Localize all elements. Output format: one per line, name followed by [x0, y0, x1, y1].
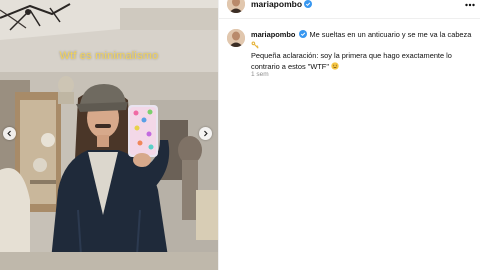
chevron-left-icon [7, 130, 11, 137]
comment-author-avatar[interactable] [227, 29, 245, 47]
more-options-icon [465, 3, 475, 7]
next-media-button[interactable] [199, 127, 212, 140]
instagram-post-view: Wtf es minimalismo mariapombo mariapombo… [0, 0, 480, 270]
author-username-text[interactable]: mariapombo [251, 0, 302, 9]
avatar-image [227, 29, 245, 47]
comment-text-line1: Me sueltas en un anticuario y se me va l… [309, 30, 472, 39]
comment-username[interactable]: mariapombo [251, 30, 295, 39]
chevron-right-icon [204, 130, 208, 137]
author-username[interactable]: mariapombo [251, 0, 313, 9]
comment-text-line2: Pequeña aclaración: soy la primera que h… [251, 51, 452, 71]
post-side-panel: mariapombo mariapombo Me sueltas en un a… [218, 0, 480, 270]
more-options-button[interactable] [465, 0, 475, 9]
verified-badge-icon [304, 0, 313, 8]
header-divider [219, 18, 480, 19]
post-photo [0, 0, 218, 270]
comment-timestamp[interactable]: 1 sem [251, 71, 269, 78]
post-caption-comment: mariapombo Me sueltas en un anticuario y… [251, 30, 473, 72]
verified-badge-icon [299, 30, 308, 38]
previous-media-button[interactable] [3, 127, 16, 140]
smile-emoji-icon [331, 61, 339, 70]
author-avatar[interactable] [227, 0, 245, 13]
avatar-image [227, 0, 245, 13]
media-caption: Wtf es minimalismo [59, 50, 159, 62]
key-emoji-icon [251, 41, 259, 49]
post-media[interactable]: Wtf es minimalismo [0, 0, 218, 270]
